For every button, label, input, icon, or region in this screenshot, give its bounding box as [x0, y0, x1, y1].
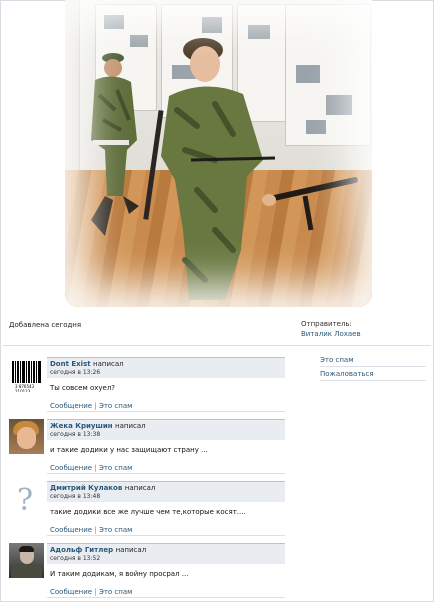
comment-header: Жека Криушин написал сегодня в 13:38 [47, 419, 285, 440]
comment-text: И таким додикам, я войну просрал ... [50, 570, 189, 578]
comment-header: Dont Exist написал сегодня в 13:26 [47, 357, 285, 378]
comment-wrote: написал [124, 484, 156, 492]
comment-author-link[interactable]: Адольф Гитлер [50, 546, 113, 554]
comment-divider [47, 535, 285, 536]
comment-text: такие додики все же лучше чем те,которые… [50, 508, 246, 516]
photo-vignette [65, 0, 372, 307]
message-link[interactable]: Сообщение [50, 464, 92, 472]
question-mark-icon: ? [17, 483, 34, 516]
comment-actions: Сообщение | Это спам [50, 464, 132, 472]
message-link[interactable]: Сообщение [50, 402, 92, 410]
comment-divider [47, 473, 285, 474]
separator: | [94, 526, 97, 534]
comment-author-link[interactable]: Дмитрий Кулаков [50, 484, 122, 492]
separator: | [94, 464, 97, 472]
spam-link[interactable]: Это спам [99, 402, 132, 410]
divider [3, 345, 431, 346]
comment-header: Дмитрий Кулаков написал сегодня в 13:48 [47, 481, 285, 502]
separator: | [94, 588, 97, 596]
comment-text: Ты совсем охуел? [50, 384, 116, 392]
barcode-avatar[interactable]: 3 876543 210123 [9, 357, 44, 392]
portrait-avatar[interactable] [9, 543, 44, 578]
comment-divider [47, 597, 285, 598]
main-photo[interactable] [65, 0, 372, 307]
question-mark-avatar[interactable]: ? [9, 481, 44, 516]
complain-link[interactable]: Пожаловаться [320, 369, 426, 381]
comment-text: и такие додики у нас защищают страну ... [50, 446, 208, 454]
comment-author-link[interactable]: Dont Exist [50, 360, 91, 368]
barcode-number: 3 876543 210123 [15, 384, 35, 392]
report-spam-link[interactable]: Это спам [320, 355, 426, 367]
comment-actions: Сообщение | Это спам [50, 588, 132, 596]
comment-actions: Сообщение | Это спам [50, 402, 132, 410]
comment-author-link[interactable]: Жека Криушин [50, 422, 113, 430]
photo-avatar[interactable] [9, 419, 44, 454]
spam-link[interactable]: Это спам [99, 588, 132, 596]
comment-date: сегодня в 13:26 [50, 369, 101, 376]
sender-link[interactable]: Виталик Лохаев [301, 330, 361, 338]
added-date: Добавлена сегодня [9, 321, 82, 329]
separator: | [94, 402, 97, 410]
sender-label: Отправитель: [301, 320, 352, 328]
comment-date: сегодня в 13:38 [50, 431, 101, 438]
comment-wrote: написал [93, 360, 124, 368]
spam-link[interactable]: Это спам [99, 526, 132, 534]
comment-header: Адольф Гитлер написал сегодня в 13:52 [47, 543, 285, 564]
comment-wrote: написал [115, 546, 147, 554]
comment-actions: Сообщение | Это спам [50, 526, 132, 534]
message-link[interactable]: Сообщение [50, 526, 92, 534]
comment-divider [47, 411, 285, 412]
spam-link[interactable]: Это спам [99, 464, 132, 472]
comment-wrote: написал [115, 422, 146, 430]
comment-date: сегодня в 13:48 [50, 493, 101, 500]
message-link[interactable]: Сообщение [50, 588, 92, 596]
comment-date: сегодня в 13:52 [50, 555, 101, 562]
